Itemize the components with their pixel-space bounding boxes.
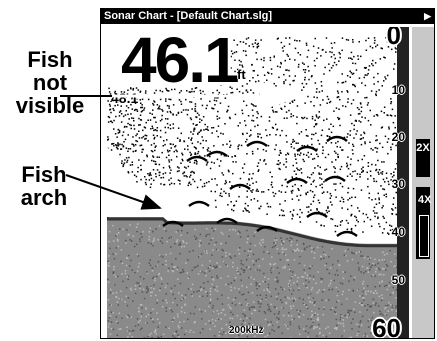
depth-tick: 50	[391, 273, 405, 287]
callout-fish-not-visible: Fish not visible	[4, 48, 96, 117]
depth-scale-bottom: 60	[372, 313, 401, 338]
zoom-4x-button[interactable]: 4X	[416, 187, 432, 259]
window-title: Sonar Chart - [Default Chart.slg]	[104, 10, 273, 22]
zoom-2x-button[interactable]: 2X	[416, 139, 430, 177]
callout-line: Fish	[21, 162, 67, 187]
callout-line: Fish	[27, 47, 73, 72]
menu-arrow-icon[interactable]: ▶	[424, 9, 431, 24]
depth-scale: 0 10 20 30 40 50 60	[107, 27, 409, 338]
sonar-chart-window[interactable]: Sonar Chart - [Default Chart.slg] ▶ 46.1…	[100, 8, 435, 339]
zoom-range-indicator	[419, 215, 429, 257]
sonar-display[interactable]: 46.1 ft 48.1 200kHz 0 10 20 30 40 50 60	[107, 27, 409, 338]
zoom-4x-label: 4X	[418, 194, 432, 206]
depth-scale-top: 0	[386, 27, 401, 50]
callout-line: arch	[20, 185, 68, 210]
callout-line: visible	[15, 93, 85, 118]
depth-tick: 10	[391, 83, 405, 97]
callout-fish-arch: Fish arch	[6, 163, 82, 209]
depth-tick: 30	[391, 177, 405, 191]
depth-tick: 20	[391, 130, 405, 144]
depth-tick: 40	[391, 225, 405, 239]
window-titlebar[interactable]: Sonar Chart - [Default Chart.slg] ▶	[101, 9, 434, 24]
callout-line: not	[32, 70, 68, 95]
zoom-2x-label: 2X	[416, 142, 430, 154]
zoom-bar[interactable]: 2X 4X	[412, 27, 434, 338]
